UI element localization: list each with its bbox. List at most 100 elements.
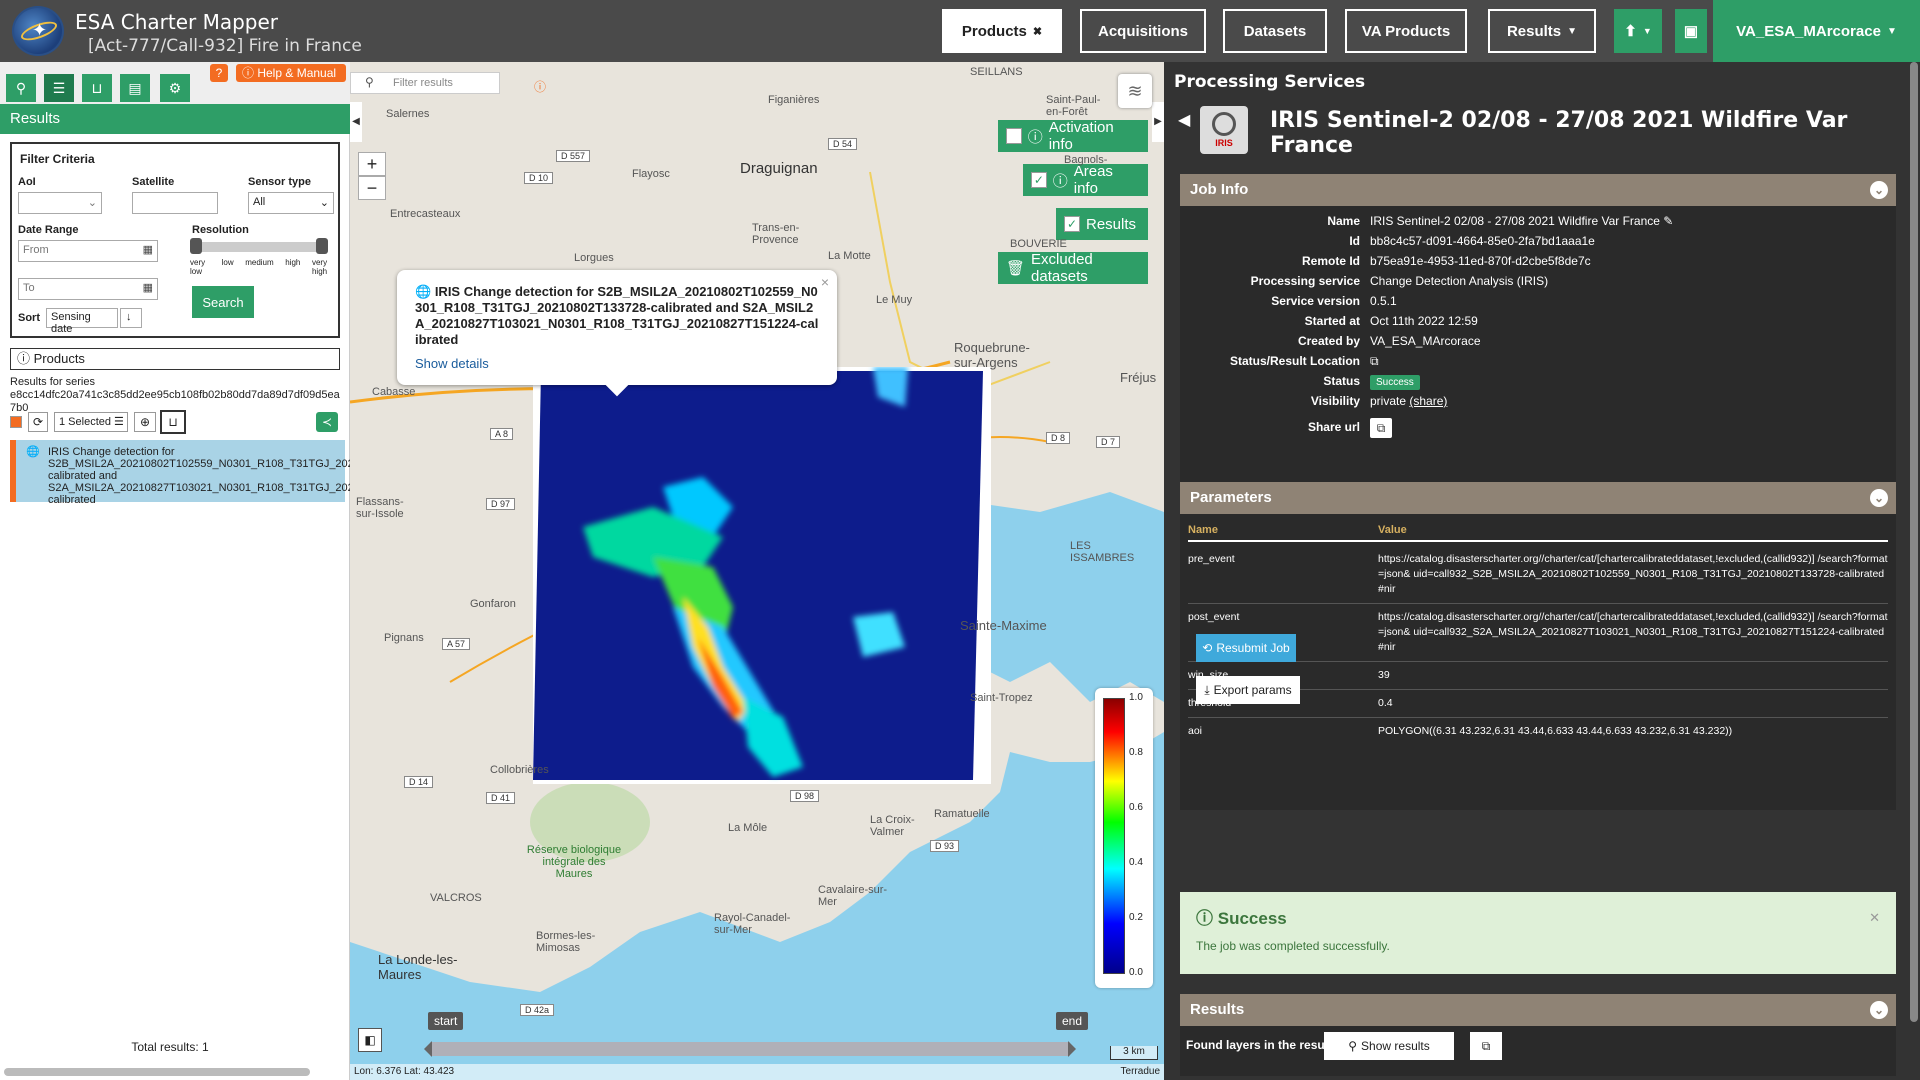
nav-results[interactable]: Results ▼ bbox=[1488, 9, 1596, 53]
copy-results-button[interactable]: ⧉ bbox=[1470, 1032, 1502, 1060]
calendar-icon[interactable]: ▦ bbox=[143, 243, 153, 256]
search-icon: ⚲ bbox=[365, 75, 374, 89]
search-button[interactable]: Search bbox=[192, 286, 254, 318]
copy-url-button[interactable]: ⧉ bbox=[1370, 418, 1392, 438]
zoom-out-button[interactable]: − bbox=[358, 176, 386, 200]
user-name: VA_ESA_MArcorace bbox=[1736, 22, 1881, 40]
select-all-checkbox[interactable] bbox=[10, 416, 22, 428]
param-value: POLYGON((6.31 43.232,6.31 43.44,6.633 43… bbox=[1378, 725, 1733, 737]
areas-info-label: Areas info bbox=[1073, 163, 1113, 197]
show-results-button[interactable]: ⚲ Show results bbox=[1324, 1032, 1454, 1060]
results-header[interactable]: Results ⌄ bbox=[1180, 994, 1896, 1026]
upload-button[interactable]: ⬆ ▼ bbox=[1614, 9, 1662, 53]
param-value: 39 bbox=[1378, 669, 1390, 681]
resolution-slider[interactable] bbox=[190, 238, 328, 254]
road-label: D 54 bbox=[828, 138, 858, 150]
map-attribution: Terradue bbox=[1120, 1066, 1160, 1077]
collapse-left-button[interactable]: ◀ bbox=[350, 102, 362, 142]
show-details-link[interactable]: Show details bbox=[415, 356, 819, 371]
user-menu[interactable]: VA_ESA_MArcorace ▼ bbox=[1713, 0, 1920, 62]
job-info-header[interactable]: Job Info ⌄ bbox=[1180, 174, 1896, 206]
zoom-in-button[interactable]: + bbox=[358, 152, 386, 176]
caret-down-icon: ▼ bbox=[1642, 26, 1652, 36]
areas-info-toggle[interactable]: ✓ ⓘ Areas info bbox=[1023, 163, 1148, 197]
from-date-input[interactable]: From ▦ bbox=[18, 240, 158, 262]
info-icon[interactable]: ⓘ bbox=[534, 78, 546, 95]
help-question-button[interactable]: ? bbox=[210, 64, 228, 82]
nav-datasets[interactable]: Datasets bbox=[1223, 9, 1327, 53]
chevron-down-icon: ⌄ bbox=[319, 197, 329, 209]
areas-info-checkbox[interactable]: ✓ bbox=[1031, 172, 1047, 188]
timeline-toggle-button[interactable]: ◧ bbox=[358, 1028, 382, 1052]
remote-id-value: b75ea91e-4953-11ed-870f-d2cbe5f8de7c bbox=[1370, 254, 1591, 268]
external-link-icon[interactable]: ⧉ bbox=[1370, 354, 1379, 369]
slider-handle-max[interactable] bbox=[316, 238, 328, 254]
sort-direction-button[interactable]: ↓ bbox=[120, 308, 142, 328]
param-value: 0.4 bbox=[1378, 697, 1393, 709]
settings-tool-button[interactable]: ⚙ bbox=[160, 74, 190, 102]
layers-button[interactable]: ≋ bbox=[1118, 74, 1152, 108]
sensor-type-select[interactable]: All ⌄ bbox=[248, 192, 334, 214]
archive-tool-button[interactable]: ▤ bbox=[120, 74, 150, 102]
parameters-header[interactable]: Parameters ⌄ bbox=[1180, 482, 1896, 514]
results-toggle[interactable]: ✓ Results bbox=[1056, 208, 1148, 240]
gear-icon: ⚙ bbox=[168, 79, 182, 96]
timeline-start-handle[interactable] bbox=[424, 1041, 432, 1057]
chevron-down-icon[interactable]: ⌄ bbox=[1870, 489, 1888, 507]
to-date-input[interactable]: To ▦ bbox=[18, 278, 158, 300]
activation-info-checkbox[interactable] bbox=[1006, 128, 1022, 144]
slider-handle-min[interactable] bbox=[190, 238, 202, 254]
popup-close-icon[interactable]: × bbox=[821, 274, 829, 290]
vertical-scrollbar[interactable] bbox=[1910, 62, 1918, 1022]
share-button[interactable]: ≺ bbox=[316, 412, 338, 432]
briefcase-button[interactable]: ▣ bbox=[1675, 9, 1707, 53]
popup-title-text: IRIS Change detection for S2B_MSIL2A_202… bbox=[415, 284, 819, 347]
close-icon[interactable]: ✖ bbox=[1033, 25, 1042, 38]
close-icon[interactable]: ✕ bbox=[1869, 910, 1880, 926]
nav-va-products[interactable]: VA Products bbox=[1345, 9, 1467, 53]
road-label: A 57 bbox=[442, 638, 471, 650]
horizontal-scrollbar[interactable] bbox=[4, 1068, 310, 1076]
list-tool-button[interactable]: ☰ bbox=[44, 74, 74, 102]
selected-count-button[interactable]: 1 Selected ☰ bbox=[54, 412, 128, 432]
help-manual-button[interactable]: ⓘ Help & Manual bbox=[236, 64, 346, 82]
search-tool-button[interactable]: ⚲ bbox=[6, 74, 36, 102]
refresh-button[interactable]: ⟳ bbox=[28, 412, 48, 432]
legend-tick: 0.6 bbox=[1129, 802, 1143, 813]
nav-acquisitions[interactable]: Acquisitions bbox=[1080, 9, 1206, 53]
filter-results-input[interactable]: Filter results bbox=[393, 77, 453, 89]
nav-products[interactable]: Products ✖ bbox=[942, 9, 1062, 53]
products-section-header[interactable]: ⓘ Products bbox=[10, 348, 340, 370]
activation-info-toggle[interactable]: ⓘ Activation info bbox=[998, 119, 1148, 153]
timeline-slider[interactable] bbox=[424, 1041, 1076, 1057]
basket-tool-button[interactable]: ⊔ bbox=[82, 74, 112, 102]
resubmit-job-button[interactable]: ⟲ Resubmit Job bbox=[1196, 634, 1296, 662]
res-low: low bbox=[221, 258, 234, 267]
share-link[interactable]: (share) bbox=[1409, 394, 1447, 408]
export-params-button[interactable]: ⤓ Export params bbox=[1196, 676, 1300, 704]
chevron-down-icon[interactable]: ⌄ bbox=[1870, 1001, 1888, 1019]
timeline-end-handle[interactable] bbox=[1068, 1041, 1076, 1057]
basket-button[interactable]: ⊔ bbox=[160, 410, 186, 434]
chevron-down-icon[interactable]: ⌄ bbox=[1870, 181, 1888, 199]
back-icon[interactable]: ◀ bbox=[1178, 110, 1190, 130]
calendar-icon[interactable]: ▦ bbox=[143, 281, 153, 294]
results-toggle-label: Results bbox=[1086, 215, 1137, 233]
results-checkbox[interactable]: ✓ bbox=[1064, 216, 1080, 232]
sort-select[interactable]: Sensing date bbox=[46, 308, 118, 335]
collapse-right-button[interactable]: ▶ bbox=[1152, 102, 1164, 142]
change-detection-layer[interactable] bbox=[533, 367, 991, 784]
place-label: Flassans-sur-Issole bbox=[356, 496, 404, 520]
satellite-input[interactable] bbox=[132, 192, 218, 214]
result-list-item[interactable]: 🌐 IRIS Change detection for S2B_MSIL2A_2… bbox=[10, 440, 431, 506]
to-placeholder: To bbox=[23, 282, 35, 294]
esa-charter-logo[interactable]: ✦ bbox=[12, 6, 64, 56]
excluded-datasets-button[interactable]: 🗑 Excluded datasets bbox=[998, 251, 1148, 285]
map-filter-search[interactable]: ⚲ Filter results bbox=[350, 72, 500, 94]
aoi-select[interactable]: ⌄ bbox=[18, 192, 102, 214]
pencil-icon[interactable]: ✎ bbox=[1663, 214, 1673, 228]
resubmit-icon: ⟲ bbox=[1202, 641, 1213, 655]
place-label: Fréjus bbox=[1120, 370, 1157, 385]
add-basket-button[interactable]: ⊕ bbox=[134, 412, 156, 432]
map-view[interactable]: ⚲ Filter results ⓘ ◀ ▶ ≋ + − ⓘ Activation… bbox=[350, 62, 1164, 1080]
